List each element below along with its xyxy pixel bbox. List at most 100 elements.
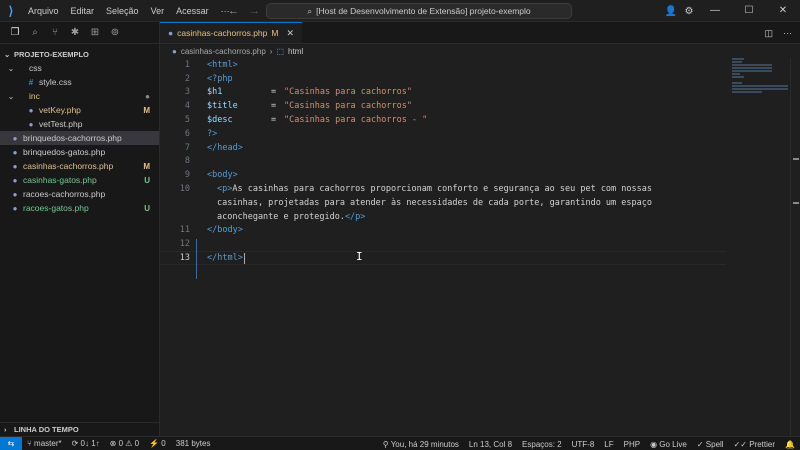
indentation[interactable]: Espaços: 2 [517,440,567,449]
tree-file-racoes-gatos[interactable]: ● racoes-gatos.php U [0,201,159,215]
accounts-icon[interactable]: 👤 [662,6,680,17]
explorer-project-header[interactable]: ⌄ PROJETO-EXEMPLO [0,47,159,61]
maximize-button[interactable]: ☐ [732,0,766,22]
breadcrumb-file[interactable]: casinhas-cachorros.php [181,47,266,56]
tree-item-label: css [29,63,42,73]
cursor-position[interactable]: Ln 13, Col 8 [464,440,517,449]
problems-indicator[interactable]: ⊗ 0 ⚠ 0 [105,439,144,448]
activity-icons: ❐ ⌕ ⑂ ✱ ⊞ ⊚ [0,22,159,44]
tree-item-label: racoes-cachorros.php [23,189,106,199]
menu-selecao[interactable]: Seleção [100,0,145,22]
git-blame[interactable]: ⚲ You, há 29 minutos [378,440,464,449]
editor-tabs: ● casinhas-cachorros.php M ✕ ◫ ··· [160,22,800,44]
end-of-line[interactable]: LF [599,440,618,449]
status-bar-right: ⚲ You, há 29 minutos Ln 13, Col 8 Espaço… [378,437,800,450]
minimize-button[interactable]: — [698,0,732,22]
code-line-current: 13 </html> [160,251,726,265]
extensions-icon[interactable]: ⊞ [88,26,102,40]
branch-name: master* [34,439,62,448]
git-branch[interactable]: ⑂ master* [22,439,67,448]
breadcrumb-separator-icon: › [269,46,273,56]
remote-explorer-icon[interactable]: ⊚ [108,26,122,40]
code-text: </head> [207,142,243,153]
tab-modified-badge: M [271,28,279,38]
more-actions-icon[interactable]: ··· [783,28,792,38]
prettier-status[interactable]: ✓✓ Prettier [729,440,780,449]
git-status-badge: U [144,203,150,213]
command-center[interactable]: ⌕ [Host de Desenvolvimento de Extensão] … [266,3,572,19]
menu-editar[interactable]: Editar [65,0,101,22]
explorer-sidebar: ❐ ⌕ ⑂ ✱ ⊞ ⊚ ⌄ PROJETO-EXEMPLO ⌄ css # st… [0,22,160,436]
go-live-button[interactable]: ◉ Go Live [645,440,692,449]
tree-file-brinquedos-gatos[interactable]: ● brinquedos-gatos.php [0,145,159,159]
paragraph-text: aconchegante e protegido. [217,211,345,222]
code-line: 11 </body> [160,224,726,238]
explorer-icon[interactable]: ❐ [8,26,22,40]
close-window-button[interactable]: ✕ [766,0,800,22]
minimap[interactable] [732,58,790,98]
file-size: 381 bytes [175,439,211,448]
code-line: 1 <html> [160,58,726,72]
line-number: 7 [184,142,190,153]
php-file-icon: ● [12,133,18,143]
remote-indicator-icon[interactable]: ⇆ [0,436,22,450]
tree-file-casinhas-cachorros[interactable]: ● casinhas-cachorros.php M [0,159,159,173]
paragraph-text: As casinhas para cachorros proporcionam … [232,184,652,195]
language-mode[interactable]: PHP [619,440,645,449]
timeline-section-header[interactable]: › LINHA DO TEMPO [0,422,160,436]
menu-ver[interactable]: Ver [145,0,171,22]
php-file-icon: ● [12,147,18,157]
tree-file-vetkey[interactable]: ● vetKey.php M [0,103,159,117]
code-line: 12 [160,237,726,251]
encoding[interactable]: UTF-8 [567,440,600,449]
chevron-right-icon: › [4,425,7,434]
tree-item-label: casinhas-cachorros.php [23,161,114,171]
symbol-icon: ⬚ [276,46,285,56]
breadcrumb: ● casinhas-cachorros.php › ⬚ html [160,44,800,58]
chevron-down-icon: ⌄ [7,63,15,73]
line-number: 5 [184,115,190,126]
debug-icon[interactable]: ✱ [68,26,82,40]
prettier-label: Prettier [749,439,776,449]
go-live-label: Go Live [659,439,687,449]
code-text: </body> [207,225,243,236]
tree-file-style-css[interactable]: # style.css [0,75,159,89]
php-file-icon: ● [12,175,18,185]
tab-casinhas-cachorros[interactable]: ● casinhas-cachorros.php M ✕ [160,22,303,43]
tree-file-brinquedos-cachorros[interactable]: ● brinquedos-cachorros.php [0,131,159,145]
line-number: 13 [179,253,190,264]
search-view-icon[interactable]: ⌕ [28,26,42,40]
forward-arrow-icon[interactable]: → [249,5,260,17]
php-file-icon: ● [28,105,34,115]
spell-check[interactable]: ✓ Spell [692,440,729,449]
tree-item-label: casinhas-gatos.php [23,175,97,185]
code-text: ?> [207,128,218,139]
notifications-bell-icon[interactable]: 🔔 [780,440,800,449]
tree-file-vettest[interactable]: ● vetTest.php [0,117,159,131]
back-arrow-icon[interactable]: ← [228,5,239,17]
spell-label: Spell [705,439,724,449]
paragraph-text: casinhas, projetadas para atender às nec… [217,197,652,208]
breadcrumb-symbol[interactable]: html [288,47,303,56]
tree-folder-inc[interactable]: ⌄ inc ● [0,89,159,103]
tree-folder-css[interactable]: ⌄ css [0,61,159,75]
git-sync[interactable]: ⟳ 0↓ 1↑ [67,439,105,448]
git-status-badge: M [143,105,150,115]
git-status-badge: M [143,161,150,171]
split-editor-icon[interactable]: ◫ [764,28,773,39]
code-text: <?php [207,73,233,84]
title-bar: ⟩ Arquivo Editar Seleção Ver Acessar ···… [0,0,800,22]
menu-acessar[interactable]: Acessar [170,0,215,22]
gear-icon[interactable]: ⚙ [680,6,698,17]
source-control-icon[interactable]: ⑂ [48,26,62,40]
menu-arquivo[interactable]: Arquivo [22,0,65,22]
code-editor[interactable]: 1 <html> 2 <?php 3 $h1 = "Casinhas para cacho… [160,58,726,436]
scroll-marker [793,202,799,204]
code-line: 4 $title = "Casinhas para cachorros" [160,99,726,113]
close-icon[interactable]: ✕ [286,28,294,39]
tree-item-label: vetKey.php [39,105,81,115]
ports-indicator[interactable]: ⚡ 0 [144,439,171,448]
tree-file-casinhas-gatos[interactable]: ● casinhas-gatos.php U [0,173,159,187]
vertical-scrollbar[interactable] [790,58,800,436]
tree-file-racoes-cachorros[interactable]: ● racoes-cachorros.php [0,187,159,201]
